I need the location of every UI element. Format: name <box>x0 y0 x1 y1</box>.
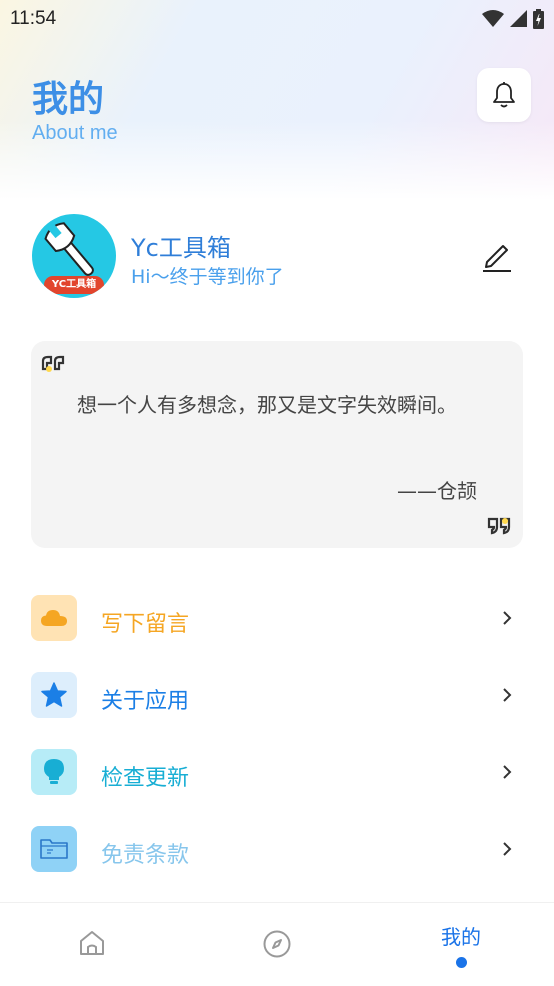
status-icons <box>482 9 544 29</box>
menu-label: 写下留言 <box>101 612 190 637</box>
chevron-right-icon <box>503 765 512 779</box>
menu-item-check-update[interactable]: 检查更新 <box>0 741 554 818</box>
menu-icon-bg <box>31 826 77 872</box>
star-icon <box>41 682 67 707</box>
bell-icon <box>493 82 515 108</box>
bottom-nav: 我的 <box>0 902 554 986</box>
menu-icon-bg <box>31 595 77 641</box>
cloud-icon <box>41 610 67 626</box>
wifi-icon <box>482 10 504 27</box>
signal-icon <box>510 10 527 27</box>
lightbulb-icon <box>44 759 64 784</box>
status-bar: 11:54 <box>0 0 554 38</box>
notification-button[interactable] <box>477 68 531 122</box>
chevron-right-icon <box>503 842 512 856</box>
quote-text: 想一个人有多想念，那又是文字失效瞬间。 <box>77 393 457 417</box>
menu-item-leave-message[interactable]: 写下留言 <box>0 587 554 664</box>
profile-greeting: Hi～终于等到你了 <box>131 266 284 288</box>
quote-close-icon <box>487 517 511 535</box>
avatar[interactable]: YC工具箱 <box>32 214 116 298</box>
quote-card: 想一个人有多想念，那又是文字失效瞬间。 ——仓颉 <box>31 341 523 548</box>
quote-open-icon <box>41 355 65 372</box>
profile-section: YC工具箱 Yc工具箱 Hi～终于等到你了 <box>32 214 522 300</box>
battery-charging-icon <box>533 9 544 29</box>
menu-icon-bg <box>31 672 77 718</box>
nav-discover[interactable] <box>262 929 292 963</box>
profile-name: Yc工具箱 <box>131 234 231 262</box>
menu-icon-bg <box>31 749 77 795</box>
menu-item-about-app[interactable]: 关于应用 <box>0 664 554 741</box>
menu-label: 关于应用 <box>101 689 190 714</box>
edit-profile-button[interactable] <box>479 238 515 274</box>
page-title: 我的 <box>32 79 105 120</box>
compass-icon <box>263 930 291 958</box>
avatar-label: YC工具箱 <box>44 276 104 294</box>
nav-me[interactable]: 我的 <box>441 921 481 950</box>
quote-author: ——仓颉 <box>397 479 477 503</box>
menu-label: 免责条款 <box>101 843 190 868</box>
menu-label: 检查更新 <box>101 766 190 791</box>
status-time: 11:54 <box>10 8 57 29</box>
chevron-right-icon <box>503 611 512 625</box>
page-subtitle: About me <box>32 122 118 144</box>
menu-item-disclaimer[interactable]: 免责条款 <box>0 818 554 895</box>
menu-list: 写下留言 关于应用 检查更新 免责条款 <box>0 587 554 895</box>
edit-icon <box>483 245 511 272</box>
chevron-right-icon <box>503 688 512 702</box>
nav-active-indicator <box>456 957 467 968</box>
nav-home[interactable] <box>78 929 106 961</box>
home-icon <box>80 931 104 955</box>
folder-icon <box>40 839 68 859</box>
